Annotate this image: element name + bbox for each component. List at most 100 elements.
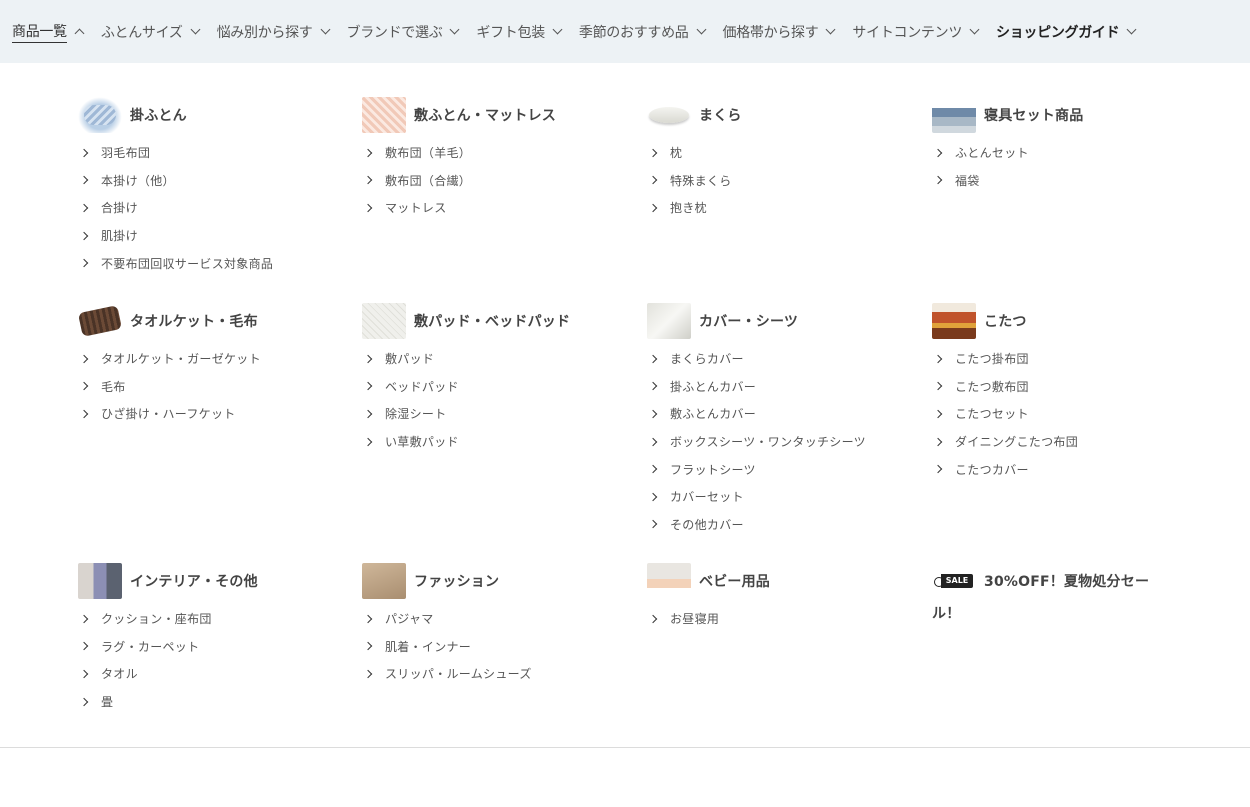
subcategory-link[interactable]: 敷布団（羊毛） [362, 139, 632, 167]
category-header[interactable]: ベビー用品 [647, 563, 917, 599]
subcategory-list: 敷パッド ベッドパッド 除湿シート い草敷パッド [362, 345, 632, 455]
subcategory-link[interactable]: ダイニングこたつ布団 [932, 428, 1202, 456]
subcategory-link[interactable]: こたつ敷布団 [932, 373, 1202, 401]
subcategory-link[interactable]: 不要布団回収サービス対象商品 [78, 249, 348, 277]
nav-item-site-content[interactable]: サイトコンテンツ [852, 0, 980, 63]
nav-item-products[interactable]: 商品一覧 [12, 0, 85, 63]
subcategory-link[interactable]: 合掛け [78, 194, 348, 222]
subcategory-link[interactable]: 敷布団（合繊） [362, 167, 632, 195]
category-header[interactable]: 30%OFF！夏物処分セー [932, 563, 1172, 599]
category-header[interactable]: カバー・シーツ [647, 303, 917, 339]
category-header[interactable]: 敷ふとん・マットレス [362, 97, 632, 133]
subcategory-link[interactable]: 肌着・インナー [362, 633, 632, 661]
subcategory-link[interactable]: 特殊まくら [647, 167, 917, 195]
subcategory-link[interactable]: ひざ掛け・ハーフケット [78, 400, 348, 428]
chevron-right-icon [363, 148, 373, 158]
subcategory-link[interactable]: 福袋 [932, 167, 1202, 195]
subcategory-link[interactable]: こたつカバー [932, 455, 1202, 483]
subcategory-list: 羽毛布団 本掛け（他） 合掛け 肌掛け 不要布団回収サービス対象商品 [78, 139, 348, 277]
subcategory-list: お昼寝用 [647, 605, 917, 633]
category-header[interactable]: タオルケット・毛布 [78, 303, 348, 339]
category-header[interactable]: 掛ふとん [78, 97, 348, 133]
subcategory-label: クッション・座布団 [101, 612, 212, 627]
subcategory-label: ラグ・カーペット [101, 639, 200, 654]
subcategory-link[interactable]: 抱き枕 [647, 194, 917, 222]
subcategory-label: タオル [101, 667, 138, 682]
subcategory-label: 敷ふとんカバー [670, 407, 757, 422]
nav-item-seasonal[interactable]: 季節のおすすめ品 [579, 0, 706, 63]
subcategory-link[interactable]: クッション・座布団 [78, 605, 348, 633]
chevron-down-icon [825, 24, 836, 35]
category-header[interactable]: 寝具セット商品 [932, 97, 1202, 133]
subcategory-label: 肌着・インナー [385, 639, 472, 654]
sale-title-line1: 30%OFF！夏物処分セー [984, 574, 1150, 590]
subcategory-link[interactable]: タオル [78, 660, 348, 688]
subcategory-label: ボックスシーツ・ワンタッチシーツ [670, 435, 866, 450]
subcategory-label: まくらカバー [670, 352, 744, 367]
subcategory-link[interactable]: こたつ掛布団 [932, 345, 1202, 373]
subcategory-label: こたつ敷布団 [955, 379, 1029, 394]
blanket-thumbnail [78, 303, 122, 339]
subcategory-link[interactable]: こたつセット [932, 400, 1202, 428]
category-header[interactable]: 敷パッド・ベッドパッド [362, 303, 632, 339]
subcategory-link[interactable]: フラットシーツ [647, 455, 917, 483]
mega-menu: 掛ふとん 羽毛布団 本掛け（他） 合掛け 肌掛け 不要布団回収サービス対象商品 … [0, 63, 1250, 748]
subcategory-link[interactable]: お昼寝用 [647, 605, 917, 633]
category-sale[interactable]: 30%OFF！夏物処分セー ル！ [932, 563, 1172, 629]
subcategory-label: フラットシーツ [670, 462, 756, 477]
subcategory-link[interactable]: マットレス [362, 194, 632, 222]
nav-item-by-concern[interactable]: 悩み別から探す [216, 0, 330, 63]
category-header[interactable]: こたつ [932, 303, 1202, 339]
category-title: インテリア・その他 [130, 574, 258, 590]
category-title: タオルケット・毛布 [130, 314, 258, 330]
category-header[interactable]: まくら [647, 97, 917, 133]
subcategory-link[interactable]: ふとんセット [932, 139, 1202, 167]
subcategory-label: ふとんセット [955, 146, 1029, 161]
subcategory-link[interactable]: まくらカバー [647, 345, 917, 373]
nav-label: 商品一覧 [12, 21, 67, 43]
chevron-down-icon [552, 24, 563, 35]
subcategory-label: ベッドパッド [385, 379, 459, 394]
subcategory-link[interactable]: ベッドパッド [362, 373, 632, 401]
subcategory-link[interactable]: その他カバー [647, 511, 917, 539]
category-mattress: 敷ふとん・マットレス 敷布団（羊毛） 敷布団（合繊） マットレス [362, 97, 632, 222]
nav-item-gift-wrap[interactable]: ギフト包装 [476, 0, 563, 63]
subcategory-link[interactable]: い草敷パッド [362, 428, 632, 456]
subcategory-link[interactable]: 本掛け（他） [78, 167, 348, 195]
subcategory-label: 特殊まくら [670, 173, 732, 188]
mattress-thumbnail [362, 97, 406, 133]
subcategory-link[interactable]: ラグ・カーペット [78, 633, 348, 661]
nav-item-shopping-guide[interactable]: ショッピングガイド [996, 0, 1137, 63]
subcategory-link[interactable]: 敷パッド [362, 345, 632, 373]
subcategory-link[interactable]: 枕 [647, 139, 917, 167]
subcategory-link[interactable]: 羽毛布団 [78, 139, 348, 167]
subcategory-label: タオルケット・ガーゼケット [101, 352, 261, 367]
subcategory-link[interactable]: 畳 [78, 688, 348, 716]
nav-item-by-price[interactable]: 価格帯から探す [723, 0, 836, 63]
subcategory-list: ふとんセット 福袋 [932, 139, 1202, 194]
subcategory-link[interactable]: カバーセット [647, 483, 917, 511]
pillow-thumbnail [647, 97, 691, 133]
category-comforter: 掛ふとん 羽毛布団 本掛け（他） 合掛け 肌掛け 不要布団回収サービス対象商品 [78, 97, 348, 277]
nav-label: 悩み別から探す [216, 24, 313, 41]
subcategory-link[interactable]: スリッパ・ルームシューズ [362, 660, 632, 688]
subcategory-label: スリッパ・ルームシューズ [385, 667, 532, 682]
category-title: まくら [699, 108, 742, 124]
subcategory-link[interactable]: パジャマ [362, 605, 632, 633]
nav-item-futon-size[interactable]: ふとんサイズ [101, 0, 201, 63]
category-header[interactable]: ファッション [362, 563, 632, 599]
subcategory-link[interactable]: タオルケット・ガーゼケット [78, 345, 348, 373]
subcategory-link[interactable]: 除湿シート [362, 400, 632, 428]
subcategory-link[interactable]: 掛ふとんカバー [647, 373, 917, 401]
nav-item-by-brand[interactable]: ブランドで選ぶ [347, 0, 460, 63]
category-header[interactable]: インテリア・その他 [78, 563, 348, 599]
chevron-right-icon [79, 354, 89, 364]
subcategory-link[interactable]: ボックスシーツ・ワンタッチシーツ [647, 428, 917, 456]
subcategory-link[interactable]: 肌掛け [78, 222, 348, 250]
chevron-right-icon [79, 203, 89, 213]
global-nav: 商品一覧 ふとんサイズ 悩み別から探す ブランドで選ぶ ギフト包装 季節のおすす… [0, 0, 1250, 63]
subcategory-link[interactable]: 毛布 [78, 373, 348, 401]
chevron-right-icon [79, 382, 89, 391]
subcategory-link[interactable]: 敷ふとんカバー [647, 400, 917, 428]
chevron-right-icon [933, 354, 943, 364]
